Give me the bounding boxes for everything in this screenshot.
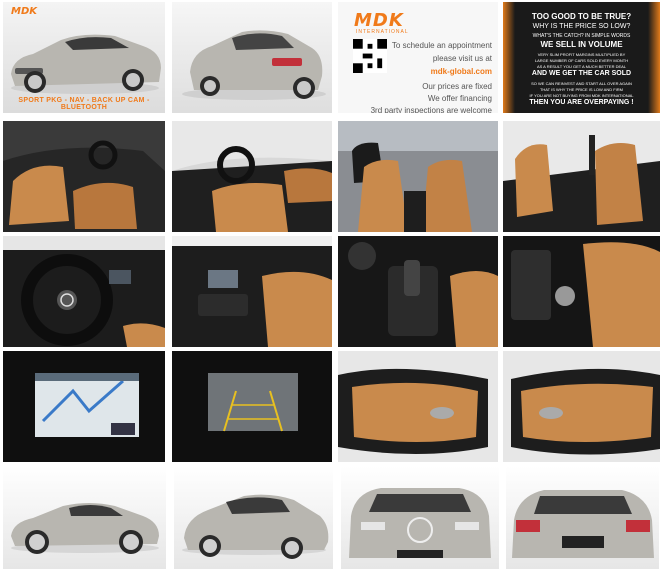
photo-backup-camera-screen[interactable] — [172, 351, 332, 462]
ad-big-1: WE SELL IN VOLUME — [540, 40, 623, 49]
photo-driver-door-panel[interactable] — [338, 351, 498, 462]
photo-steering-wheel-cluster[interactable] — [3, 236, 165, 347]
promo-line-5: 3rd party inspections are welcome — [370, 106, 492, 113]
qr-code-icon — [353, 39, 387, 73]
ad-big-2: AND WE GET THE CAR SOLD — [531, 70, 632, 77]
promo-volume-pricing[interactable]: TOO GOOD TO BE TRUE? WHY IS THE PRICE SO… — [503, 2, 660, 113]
screen-illustration — [172, 351, 332, 462]
ad-headline-2: WHY IS THE PRICE SO LOW? — [532, 23, 631, 30]
photo-interior-seats-dashboard[interactable] — [3, 121, 165, 232]
promo-line-3: Our prices are fixed — [422, 82, 492, 91]
interior-illustration — [338, 351, 498, 462]
website-link[interactable]: mdk-global.com — [431, 66, 492, 77]
photo-center-console-nav[interactable] — [172, 236, 332, 347]
ad-small-6: IF YOU ARE NOT BUYING FROM MDK INTERNATI… — [529, 93, 634, 98]
feature-caption: SPORT PKG - NAV - BACK UP CAM - BLUETOOT… — [18, 97, 150, 111]
photo-car-rear-straight[interactable] — [506, 466, 659, 569]
interior-illustration — [338, 121, 498, 232]
photo-gallery: MDK SPORT PKG - NAV - BACK UP CAM - BLUE… — [0, 0, 660, 571]
interior-illustration — [172, 121, 332, 232]
interior-illustration — [3, 236, 165, 347]
car-illustration — [182, 494, 329, 559]
mdk-logo: MDK — [11, 6, 38, 17]
photo-passenger-door-panel[interactable] — [503, 351, 660, 462]
photo-gear-shifter[interactable] — [338, 236, 498, 347]
ad-small-1: VERY SLIM PROFIT MARGINS MULTIPLIED BY — [537, 52, 626, 57]
photo-navigation-map[interactable] — [3, 351, 165, 462]
interior-illustration — [503, 236, 660, 347]
ad-small-4: SO WE CAN REINVEST AND START ALL OVER AG… — [531, 81, 632, 86]
photo-interior-driver-side[interactable] — [172, 121, 332, 232]
interior-illustration — [172, 236, 332, 347]
promo-line-1: To schedule an appointment — [391, 41, 492, 50]
ad-big-3: THEN YOU ARE OVERPAYING ! — [529, 99, 634, 106]
car-illustration — [349, 488, 491, 558]
photo-passenger-seat[interactable] — [503, 121, 660, 232]
ad-question: WHAT'S THE CATCH? IN SIMPLE WORDS — [532, 33, 631, 39]
mdk-logo: MDK — [354, 10, 404, 31]
ad-small-2: LARGE NUMBER OF CARS SOLD EVERY MONTH — [534, 58, 629, 63]
ad-headline-1: TOO GOOD TO BE TRUE? — [531, 12, 632, 21]
interior-illustration — [503, 351, 660, 462]
photo-console-controls[interactable] — [503, 236, 660, 347]
interior-illustration — [503, 121, 660, 232]
interior-illustration — [3, 121, 165, 232]
car-illustration — [182, 30, 326, 100]
photo-seats-top-down[interactable] — [338, 121, 498, 232]
car-illustration — [512, 490, 654, 558]
mdk-logo-subtitle: INTERNATIONAL — [356, 29, 409, 35]
screen-illustration — [3, 351, 165, 462]
photo-car-front-angle[interactable] — [174, 466, 333, 569]
car-illustration — [11, 503, 159, 554]
photo-car-rear-three-quarter[interactable] — [172, 2, 332, 113]
ad-small-5: THAT IS WHY THE PRICE IS LOW AND FIRM — [539, 87, 624, 92]
photo-car-front-straight[interactable] — [341, 466, 499, 569]
interior-illustration — [338, 236, 498, 347]
photo-car-front-three-quarter[interactable]: MDK SPORT PKG - NAV - BACK UP CAM - BLUE… — [3, 2, 165, 113]
ad-small-3: AS A RESULT YOU GET A MUCH BETTER DEAL — [536, 64, 627, 69]
promo-line-2: please visit us at — [432, 54, 492, 63]
promo-line-4: We offer financing — [427, 94, 492, 103]
photo-car-side-profile[interactable] — [3, 466, 166, 569]
promo-schedule-appointment[interactable]: MDK INTERNATIONAL To schedule an appoint… — [338, 2, 498, 113]
